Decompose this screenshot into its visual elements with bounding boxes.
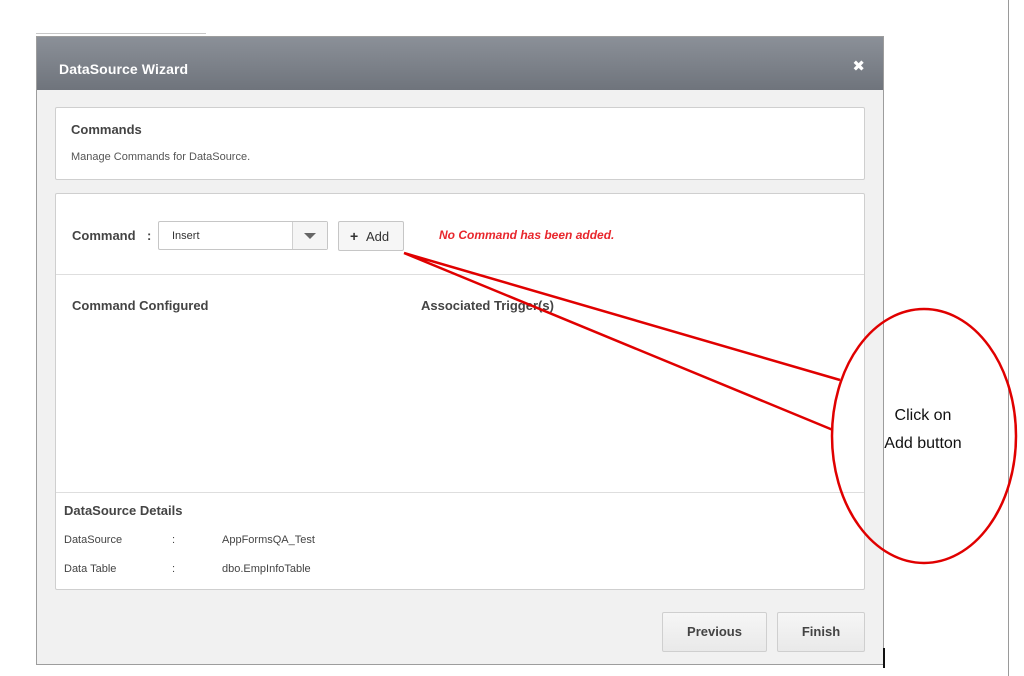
command-colon: : [147,228,152,243]
commands-header-panel: Commands Manage Commands for DataSource. [55,107,865,180]
annotation-line-1: Click on [894,407,952,424]
background-edge [1008,0,1009,676]
command-label: Command [72,228,136,243]
section-heading: Commands [71,122,142,137]
dialog-titlebar: DataSource Wizard ✖ [37,37,883,90]
detail-separator: : [172,534,176,546]
detail-separator: : [172,563,176,575]
plus-icon: + [350,228,359,244]
divider [56,274,864,275]
detail-row-datasource: DataSource : AppFormsQA_Test [64,534,864,550]
dialog-title: DataSource Wizard [59,61,189,77]
finish-button[interactable]: Finish [777,612,865,652]
detail-value: dbo.EmpInfoTable [222,563,311,575]
section-description: Manage Commands for DataSource. [71,151,251,163]
dropdown-toggle[interactable] [292,222,327,249]
close-icon[interactable]: ✖ [852,59,865,74]
column-header-command-configured: Command Configured [72,298,209,313]
detail-row-data-table: Data Table : dbo.EmpInfoTable [64,563,864,579]
datasource-wizard-dialog: DataSource Wizard ✖ Commands Manage Comm… [36,36,884,665]
status-message: No Command has been added. [439,228,615,242]
corner-mark [883,648,885,668]
annotation-text: Click on Add button [868,402,978,458]
detail-key: DataSource [64,534,123,546]
column-header-associated-triggers: Associated Trigger(s) [421,298,554,313]
detail-value: AppFormsQA_Test [222,534,315,546]
command-select-value: Insert [172,230,200,242]
divider [56,492,864,493]
command-select[interactable]: Insert [158,221,328,250]
commands-panel: Command : Insert + Add No Command has be… [55,193,865,590]
annotation-line-2: Add button [884,435,962,452]
detail-key: Data Table [64,563,117,575]
background-edge [36,33,206,34]
chevron-down-icon [304,233,316,239]
datasource-details-heading: DataSource Details [64,503,183,518]
add-command-button[interactable]: + Add [338,221,404,251]
add-button-label: Add [366,229,390,244]
previous-button[interactable]: Previous [662,612,767,652]
